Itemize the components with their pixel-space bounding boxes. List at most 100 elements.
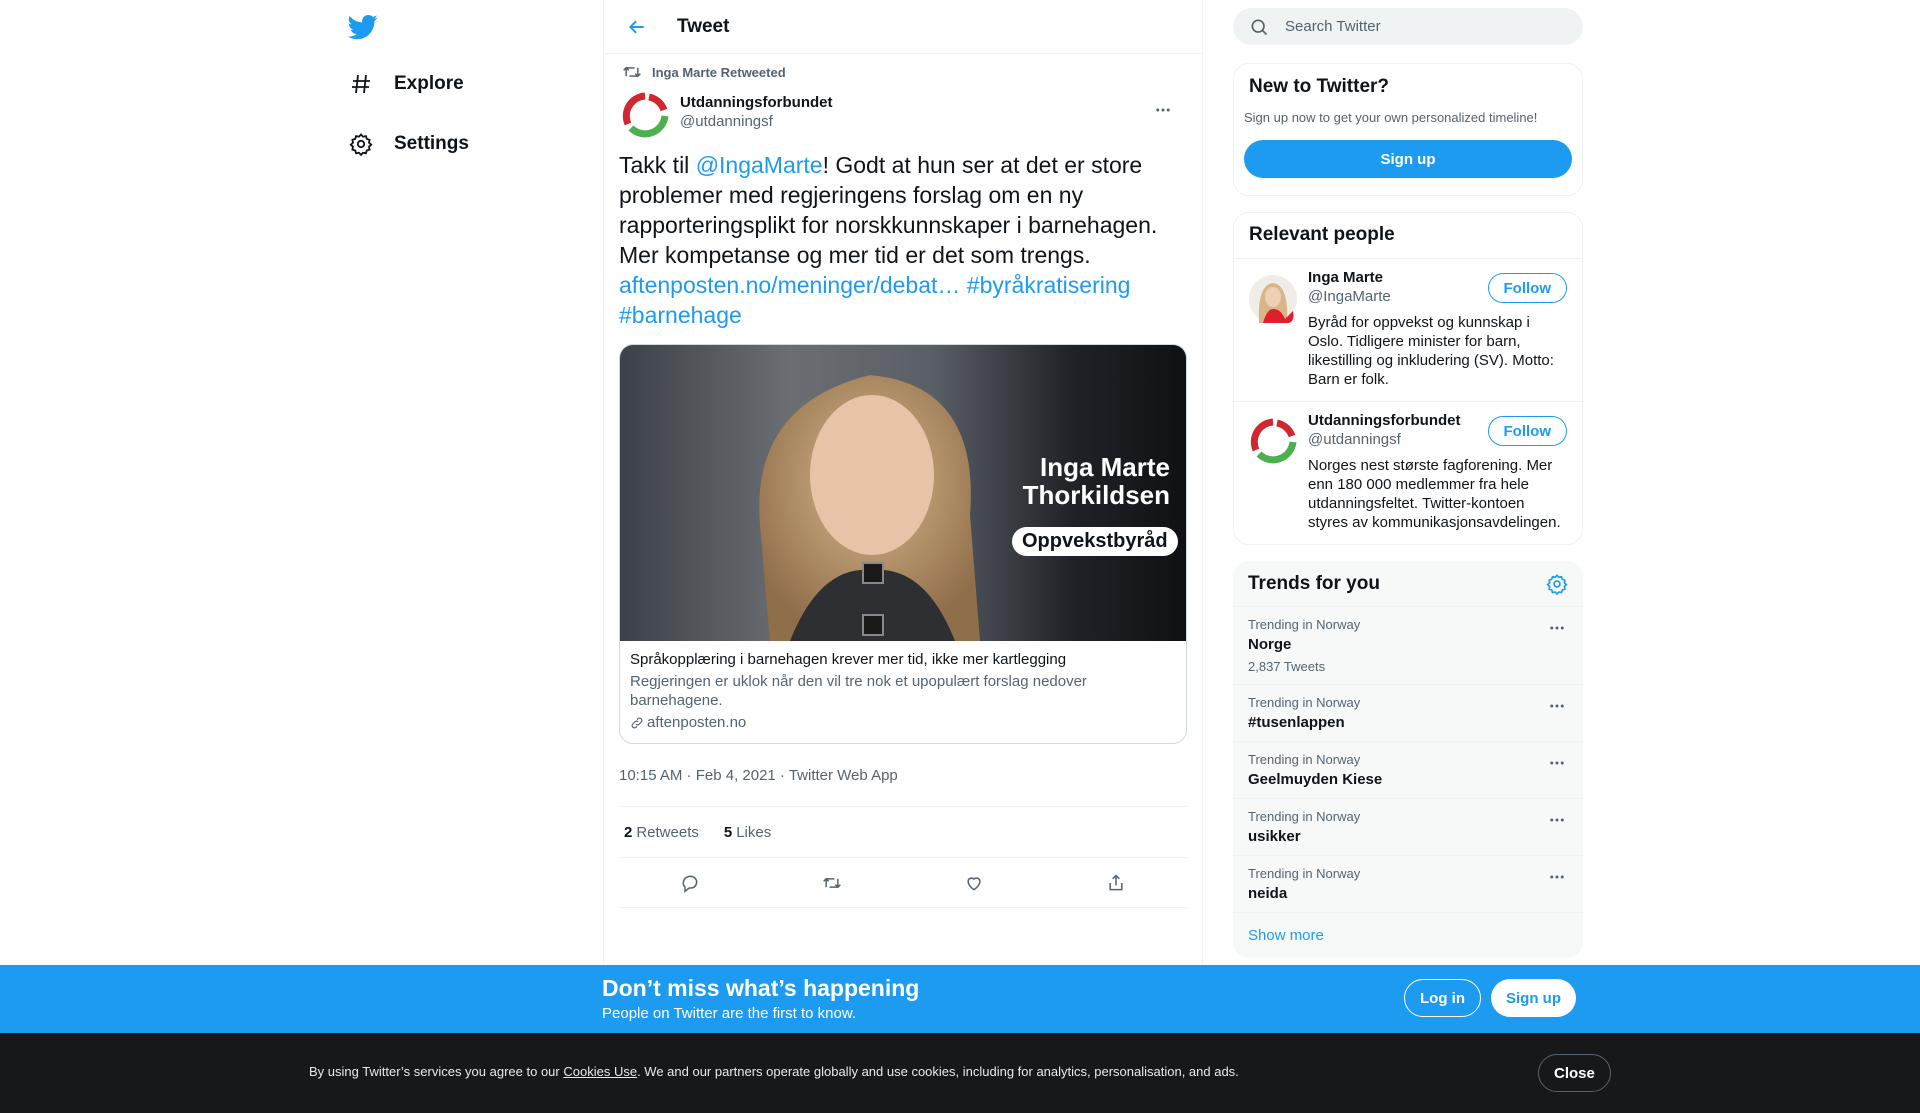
tweet-timestamp[interactable]: 10:15 AM · Feb 4, 2021 · Twitter Web App [619,760,1187,792]
tweet-text-part: Takk til [619,152,696,178]
twitter-logo-icon[interactable] [347,12,378,42]
trend-name: usikker [1248,828,1301,845]
signup-button[interactable]: Sign up [1491,979,1576,1017]
trend-item[interactable]: Trending in Norway #tusenlappen [1233,685,1583,742]
likes-label: Likes [736,823,772,841]
retweets-label: Retweets [636,823,699,841]
show-more-link[interactable]: Show more [1233,913,1583,958]
card-description: Regjeringen er uklok når den vil tre nok… [630,673,1087,709]
arrow-left-icon [628,19,644,34]
like-button[interactable] [956,865,992,901]
author-name[interactable]: Utdanningsforbundet [680,94,832,111]
relevant-people-box: Relevant people Inga Marte @IngaMarte By… [1233,212,1583,545]
new-to-twitter-subtitle: Sign up now to get your own personalized… [1244,110,1538,125]
tweet: Inga Marte Retweeted Utdanningsforbundet… [604,54,1202,908]
more-horizontal-icon [1550,704,1564,708]
gear-icon[interactable] [1546,573,1568,595]
heart-icon [967,876,981,891]
likes-stat[interactable]: 5 Likes [719,824,771,841]
back-button[interactable] [619,9,655,45]
person-avatar[interactable] [1249,275,1297,323]
mention-link[interactable]: @IngaMarte [696,152,823,178]
cookie-bar: By using Twitter’s services you agree to… [0,1033,1920,1113]
trend-more-button[interactable] [1546,695,1568,717]
likes-count: 5 [723,823,733,841]
trend-more-button[interactable] [1546,809,1568,831]
reply-icon [682,875,698,893]
more-horizontal-icon [1550,626,1564,630]
cookie-text: By using Twitter’s services you agree to… [309,1064,1239,1079]
sidebar-signup-button[interactable]: Sign up [1244,140,1572,178]
trend-name: neida [1248,885,1288,902]
trends-box: Trends for you Trending in Norway Norge … [1233,561,1583,958]
share-button[interactable] [1098,865,1134,901]
trend-name: #tusenlappen [1248,714,1345,731]
trend-more-button[interactable] [1546,617,1568,639]
search-input[interactable] [1285,18,1545,35]
link-icon [631,717,643,728]
page-header: Tweet [604,0,1202,54]
trend-meta: Trending in Norway [1248,809,1361,824]
person-card[interactable]: Utdanningsforbundet @utdanningsf Norges … [1234,402,1582,544]
more-horizontal-icon [1156,108,1170,112]
hashtag-link[interactable]: #barnehage [619,302,742,328]
author-handle[interactable]: @utdanningsf [680,113,832,130]
retweet-icon [623,66,641,78]
nav-explore[interactable]: Explore [348,64,464,104]
follow-button[interactable]: Follow [1487,416,1567,446]
trend-name: Norge [1248,636,1292,653]
cookie-text-part: By using Twitter’s services you agree to… [309,1064,564,1079]
login-button[interactable]: Log in [1404,979,1481,1017]
trend-more-button[interactable] [1546,866,1568,888]
cookie-close-button[interactable]: Close [1538,1054,1611,1092]
article-link[interactable]: aftenposten.no/meninger/debat… [619,272,960,298]
trend-more-button[interactable] [1546,752,1568,774]
tweet-text: Takk til @IngaMarte! Godt at hun ser at … [619,150,1187,330]
reply-button[interactable] [672,865,708,901]
trends-title: Trends for you [1248,573,1380,594]
person-card[interactable]: Inga Marte @IngaMarte Byråd for oppvekst… [1234,259,1582,402]
person-bio: Norges nest største fagforening. Mer enn… [1308,457,1561,531]
share-icon [1109,873,1123,890]
tweet-author: Utdanningsforbundet @utdanningsf [619,90,1187,146]
retweets-stat[interactable]: 2 Retweets [619,824,699,841]
trend-meta: Trending in Norway [1248,695,1361,710]
banner-subtitle: People on Twitter are the first to know. [602,1005,857,1022]
retweeted-indicator[interactable]: Inga Marte Retweeted [619,54,1187,90]
tweet-more-button[interactable] [1149,96,1177,124]
card-domain: aftenposten.no [630,714,1176,731]
card-domain-text: aftenposten.no [647,714,747,731]
trend-meta: Trending in Norway [1248,866,1361,881]
trend-meta: Trending in Norway [1248,752,1361,767]
trend-item[interactable]: Trending in Norway Norge 2,837 Tweets [1233,607,1583,685]
person-avatar[interactable] [1249,418,1297,466]
retweeted-by-text: Inga Marte Retweeted [652,64,786,80]
nav-settings-label: Settings [394,133,469,154]
right-sidebar: New to Twitter? Sign up now to get your … [1233,0,1583,958]
card-image-name-line: Inga Marte [1039,452,1170,482]
card-image-name: Inga Marte Thorkildsen [980,453,1170,509]
trend-item[interactable]: Trending in Norway Geelmuyden Kiese [1233,742,1583,799]
nav-settings[interactable]: Settings [348,124,469,164]
hashtag-icon [348,71,374,97]
link-card[interactable]: Inga Marte Thorkildsen Oppvekstbyråd Spr… [619,344,1187,744]
cookie-text-part: . We and our partners operate globally a… [637,1064,1239,1079]
tweet-stats: 2 Retweets 5 Likes [619,806,1187,858]
nav-explore-label: Explore [394,73,464,94]
relevant-people-title: Relevant people [1234,213,1582,259]
trend-meta: Trending in Norway [1248,617,1361,632]
trend-count: 2,837 Tweets [1248,659,1326,674]
follow-button[interactable]: Follow [1487,273,1567,303]
author-avatar[interactable] [621,92,669,140]
search-bar[interactable] [1233,8,1583,45]
search-icon [1251,19,1268,35]
trend-item[interactable]: Trending in Norway usikker [1233,799,1583,856]
trend-item[interactable]: Trending in Norway neida [1233,856,1583,913]
retweet-button[interactable] [814,865,850,901]
hashtag-link[interactable]: #byråkratisering [967,272,1131,298]
cookies-use-link[interactable]: Cookies Use [563,1064,637,1079]
signup-banner: Don’t miss what’s happening People on Tw… [0,965,1920,1033]
card-image: Inga Marte Thorkildsen Oppvekstbyråd [620,345,1186,641]
trend-name: Geelmuyden Kiese [1248,771,1383,788]
new-to-twitter-box: New to Twitter? Sign up now to get your … [1233,63,1583,196]
